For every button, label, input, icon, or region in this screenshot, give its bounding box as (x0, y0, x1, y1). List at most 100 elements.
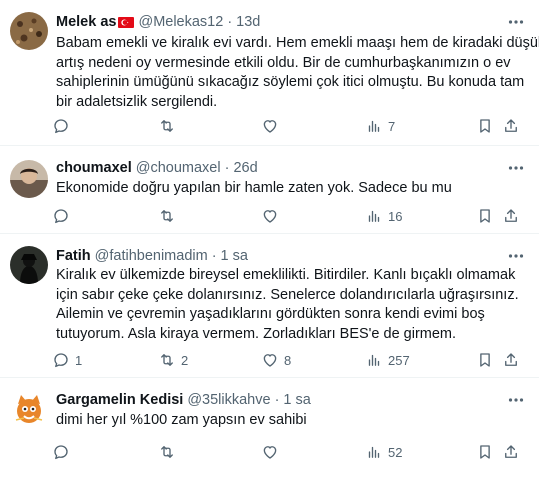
share-button[interactable] (502, 116, 520, 136)
display-name[interactable]: Melek as (56, 14, 116, 30)
bookmark-icon (480, 209, 490, 223)
tweet-text-line: sahiplerinin ümüğünü sıkacağız söylemi ç… (56, 74, 525, 90)
more-horizontal-icon[interactable] (507, 159, 525, 177)
like-button[interactable] (261, 442, 284, 462)
tweet-text: dimi her yıl %100 zam yapsın ev sahibi (56, 411, 516, 431)
tweet-text: Babam emekli ve kiralık evi vardı. Hem e… (56, 34, 539, 112)
reply-button[interactable] (52, 206, 75, 226)
views-button[interactable]: 52 (365, 442, 402, 462)
tweet-actions: 7 (52, 116, 525, 136)
more-horizontal-icon[interactable] (507, 391, 525, 409)
bookmark-icon (480, 445, 490, 459)
bookmark-button[interactable] (476, 116, 494, 136)
display-name[interactable]: Fatih (56, 248, 91, 264)
user-handle[interactable]: @fatihbenimadim (95, 248, 208, 264)
display-name[interactable]: choumaxel (56, 160, 132, 176)
like-icon (263, 354, 277, 367)
tweet-header: Gargamelin Kedisi @35likkahve · 1 sa (56, 390, 509, 410)
tweet-text-line: artış nedeni oy vermesinde etkili oldu. … (56, 54, 511, 71)
bookmark-button[interactable] (476, 442, 494, 462)
bookmark-button[interactable] (476, 206, 494, 226)
share-button[interactable] (502, 350, 520, 370)
timestamp[interactable]: 26d (233, 160, 257, 176)
bookmark-button[interactable] (476, 350, 494, 370)
views-icon (368, 446, 380, 458)
tweet-text-line: dimi her yıl %100 zam yapsın ev sahibi (56, 412, 307, 428)
reply-count: 1 (75, 352, 83, 368)
retweet-icon (161, 210, 173, 222)
tweet-text-line: Ailemin ve çevremin yaşadıklarını gördük… (56, 306, 485, 322)
retweet-button[interactable] (158, 206, 181, 226)
tweet-text: Ekonomide doğru yapılan bir hamle zaten … (56, 179, 516, 199)
tweet-text-line: Ekonomide doğru yapılan bir hamle zaten … (56, 180, 452, 196)
reply-button[interactable] (52, 116, 75, 136)
views-button[interactable]: 257 (365, 350, 410, 370)
retweet-icon (161, 120, 173, 132)
views-icon (368, 354, 380, 366)
display-name[interactable]: Gargamelin Kedisi (56, 392, 183, 408)
bookmark-icon (480, 353, 490, 367)
views-count: 7 (388, 118, 396, 134)
share-icon (505, 445, 517, 458)
tweet-actions: 16 (52, 206, 525, 226)
reply-button[interactable] (52, 442, 75, 462)
more-horizontal-icon[interactable] (507, 247, 525, 265)
views-count: 16 (388, 208, 403, 224)
like-count: 8 (284, 352, 292, 368)
tweet-header: choumaxel @choumaxel · 26d (56, 158, 509, 178)
tweet-text: Kiralık ev ülkemizde bireysel emeklilikt… (56, 266, 519, 344)
avatar[interactable] (10, 160, 48, 198)
bookmark-icon (480, 119, 490, 133)
retweet-icon (161, 446, 173, 458)
tweet-actions: 1 2 8 257 (52, 350, 525, 370)
separator-dot: · (211, 248, 217, 264)
tweet[interactable]: Melek as @Melekas12 · 13d Babam emekli v… (0, 0, 539, 146)
separator-dot: · (227, 14, 233, 30)
like-button[interactable] (261, 206, 284, 226)
user-handle[interactable]: @Melekas12 (138, 14, 223, 30)
user-handle[interactable]: @35likkahve (187, 392, 270, 408)
like-icon (263, 210, 277, 223)
user-handle[interactable]: @choumaxel (136, 160, 221, 176)
reply-button[interactable]: 1 (52, 350, 82, 370)
tweet-header: Fatih @fatihbenimadim · 1 sa (56, 246, 509, 266)
share-button[interactable] (502, 206, 520, 226)
views-icon (368, 210, 380, 222)
views-count: 257 (388, 352, 410, 368)
reply-icon (54, 353, 68, 368)
like-icon (263, 120, 277, 133)
tweet-text-line: için sabır çeke çeke dolanırsınız. Senel… (56, 286, 519, 303)
views-button[interactable]: 7 (365, 116, 395, 136)
share-icon (505, 119, 517, 132)
like-button[interactable]: 8 (261, 350, 291, 370)
tweet-text-line: Babam emekli ve kiralık evi vardı. Hem e… (56, 35, 539, 51)
timestamp[interactable]: 1 sa (283, 392, 310, 408)
timestamp[interactable]: 1 sa (221, 248, 248, 264)
avatar[interactable] (10, 390, 48, 428)
tweet-header: Melek as @Melekas12 · 13d (56, 12, 509, 32)
like-icon (263, 446, 277, 459)
share-button[interactable] (502, 442, 520, 462)
retweet-button[interactable] (158, 116, 181, 136)
retweet-count: 2 (181, 352, 189, 368)
avatar[interactable] (10, 246, 48, 284)
views-count: 52 (388, 444, 403, 460)
retweet-button[interactable]: 2 (158, 350, 188, 370)
tweet-actions: 52 (52, 442, 525, 462)
like-button[interactable] (261, 116, 284, 136)
views-button[interactable]: 16 (365, 206, 402, 226)
tweet[interactable]: Fatih @fatihbenimadim · 1 sa Kiralık ev … (0, 234, 539, 378)
tweet-text-line: tutuyorum. Asla kiraya vermem. Zorladıkl… (56, 325, 457, 342)
avatar[interactable] (10, 12, 48, 50)
tweet[interactable]: Gargamelin Kedisi @35likkahve · 1 sa dim… (0, 378, 539, 483)
timestamp[interactable]: 13d (236, 14, 260, 30)
reply-icon (54, 209, 68, 224)
turkey-flag-icon (118, 16, 135, 28)
separator-dot: · (224, 160, 230, 176)
more-horizontal-icon[interactable] (507, 13, 525, 31)
retweet-button[interactable] (158, 442, 181, 462)
separator-dot: · (274, 392, 280, 408)
share-icon (505, 353, 517, 366)
tweet[interactable]: choumaxel @choumaxel · 26d Ekonomide doğ… (0, 146, 539, 234)
reply-icon (54, 119, 68, 134)
